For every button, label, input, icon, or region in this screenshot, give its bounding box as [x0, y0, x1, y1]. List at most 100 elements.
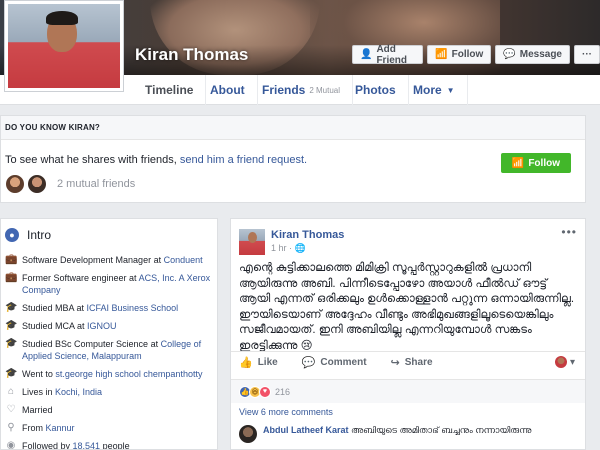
like-button[interactable]: 👍 Like [239, 356, 278, 369]
intro-item: 💼 Software Development Manager at Conduen… [1, 251, 217, 269]
comment-label: Comment [320, 357, 367, 368]
mutual-friend-avatar[interactable] [5, 174, 25, 194]
profile-picture[interactable] [4, 0, 124, 92]
intro-item-label: Former Software engineer at [22, 273, 139, 283]
share-icon: ↪ [390, 357, 400, 369]
intro-item: ◉ Followed by 18,541 people [1, 437, 217, 450]
profile-name[interactable]: Kiran Thomas [135, 45, 248, 65]
intro-item: 💼 Former Software engineer at ACS, Inc. A… [1, 269, 217, 299]
intro-item-label: Lives in [22, 387, 56, 397]
post-author-name[interactable]: Kiran Thomas [271, 229, 344, 241]
share-button[interactable]: ↪ Share [391, 356, 433, 369]
avatar-hair [46, 11, 78, 25]
know-text: To see what he shares with friends, send… [5, 154, 307, 166]
tab-label: More [413, 83, 442, 97]
card-heading: DO YOU KNOW KIRAN? [1, 116, 585, 140]
rss-follow-icon: 📶 [511, 157, 525, 169]
thumbs-up-icon: 👍 [239, 357, 253, 369]
commenter-avatar[interactable] [239, 425, 257, 443]
mutual-friends-count[interactable]: 2 mutual friends [57, 178, 135, 190]
post-body: എന്റെ കുട്ടിക്കാലത്തെ മിമിക്രി സൂപ്പർസ്റ… [239, 262, 575, 351]
rss-icon: ◉ [6, 440, 16, 450]
intro-item-label: Married [22, 405, 53, 415]
tab-friends[interactable]: Friends 2 Mutual [250, 75, 354, 105]
home-icon: ⌂ [7, 386, 15, 397]
post-author-avatar[interactable] [239, 229, 265, 255]
graduation-cap-icon: 🎓 [5, 368, 18, 379]
intro-title: Intro [27, 228, 52, 242]
know-prefix: To see what he shares with friends, [5, 154, 180, 166]
commenter-name[interactable]: Abdul Latheef Karat [263, 425, 349, 435]
intro-item-link[interactable]: Kochi, India [55, 387, 102, 397]
post-actions: 👍 Like 💬 Comment ↪ Share ▾ [231, 351, 585, 373]
globe-icon: ● [5, 228, 19, 242]
intro-item-link[interactable]: ICFAI Business School [87, 303, 179, 313]
cover-actions: 👤 Add Friend 📶 Follow 💬 Message ··· [352, 43, 600, 66]
intro-item-suffix: people [100, 441, 130, 450]
avatar [8, 4, 120, 88]
intro-item-link[interactable]: Kannur [46, 423, 75, 433]
intro-item: 🎓 Studied MBA at ICFAI Business School [1, 299, 217, 317]
intro-item-text: Went to st.george high school chempantho… [22, 368, 202, 380]
intro-item-text: Followed by 18,541 people [22, 440, 130, 450]
intro-item: 🎓 Studied BSc Computer Science at College… [1, 335, 217, 365]
more-dots-icon: ··· [582, 49, 592, 60]
intro-item-text: Lives in Kochi, India [22, 386, 102, 398]
intro-item: 🎓 Studied MCA at IGNOU [1, 317, 217, 335]
reaction-as-selector[interactable]: ▾ [554, 356, 575, 368]
intro-item-label: Went to [22, 369, 56, 379]
add-friend-button[interactable]: 👤 Add Friend [352, 43, 424, 66]
post-options-icon[interactable]: ••• [561, 225, 577, 239]
tab-more[interactable]: More ▼ [401, 75, 468, 105]
like-label: Like [257, 357, 278, 368]
add-friend-icon: 👤 [360, 49, 373, 60]
more-options-button[interactable]: ··· [574, 45, 600, 64]
follow-button[interactable]: 📶 Follow [427, 45, 492, 64]
intro-item-text: Studied BSc Computer Science at College … [22, 338, 213, 362]
intro-item-label: Studied MCA at [22, 321, 88, 331]
intro-item-label: From [22, 423, 46, 433]
graduation-cap-icon: 🎓 [5, 338, 18, 349]
intro-item-text: From Kannur [22, 422, 75, 434]
intro-item: ⌂ Lives in Kochi, India [1, 383, 217, 401]
intro-item-text: Software Development Manager at Conduent [22, 254, 203, 266]
comment-button[interactable]: 💬 Comment [302, 356, 367, 369]
intro-item-link[interactable]: st.george high school chempanthotty [55, 369, 202, 379]
tab-label: Friends [262, 83, 306, 97]
comment-item: Abdul Latheef Karat അബിയുടെ അമിതാഭ് ബച്ച… [239, 425, 531, 443]
intro-header: ● Intro [1, 219, 217, 251]
rss-follow-icon: 📶 [435, 49, 448, 60]
friend-request-link[interactable]: send him a friend request. [180, 154, 307, 166]
follow-label: Follow [528, 157, 560, 169]
view-more-comments-link[interactable]: View 6 more comments [239, 407, 333, 417]
intro-item-link[interactable]: 18,541 [73, 441, 101, 449]
post-header: Kiran Thomas 1 hr · 🌐 ••• [231, 219, 585, 259]
intro-item-link[interactable]: Conduent [164, 255, 203, 265]
mutual-count: 2 Mutual [309, 85, 341, 95]
tab-about[interactable]: About [198, 75, 258, 105]
avatar [554, 356, 567, 368]
intro-item-label: Followed by [22, 441, 73, 450]
intro-item-link[interactable]: IGNOU [87, 321, 117, 331]
post-timestamp[interactable]: 1 hr · 🌐 [271, 243, 306, 254]
message-button[interactable]: 💬 Message [495, 45, 570, 64]
tab-label: Photos [355, 83, 396, 97]
messenger-icon: 💬 [503, 49, 516, 60]
heart-icon: ♡ [6, 404, 16, 415]
add-friend-label: Add Friend [376, 43, 408, 66]
comment-body: Abdul Latheef Karat അബിയുടെ അമിതാഭ് ബച്ച… [263, 425, 531, 443]
graduation-cap-icon: 🎓 [5, 320, 18, 331]
tab-timeline[interactable]: Timeline [133, 75, 207, 105]
timeline-post: Kiran Thomas 1 hr · 🌐 ••• എന്റെ കുട്ടിക്… [230, 218, 586, 450]
comment-icon: 💬 [301, 357, 316, 369]
mutual-friends[interactable]: 2 mutual friends [5, 174, 135, 194]
intro-item: ♡ Married [1, 401, 217, 419]
do-you-know-card: DO YOU KNOW KIRAN? To see what he shares… [0, 115, 586, 203]
follow-green-button[interactable]: 📶 Follow [500, 153, 571, 173]
tab-photos[interactable]: Photos [343, 75, 409, 105]
tab-label: Timeline [145, 83, 194, 97]
intro-item-label: Studied BSc Computer Science at [22, 339, 161, 349]
mutual-friend-avatar[interactable] [27, 174, 47, 194]
reactions-summary[interactable]: 👍 😆 ♥ 216 [231, 379, 585, 403]
post-time: 1 hr · [271, 243, 295, 253]
